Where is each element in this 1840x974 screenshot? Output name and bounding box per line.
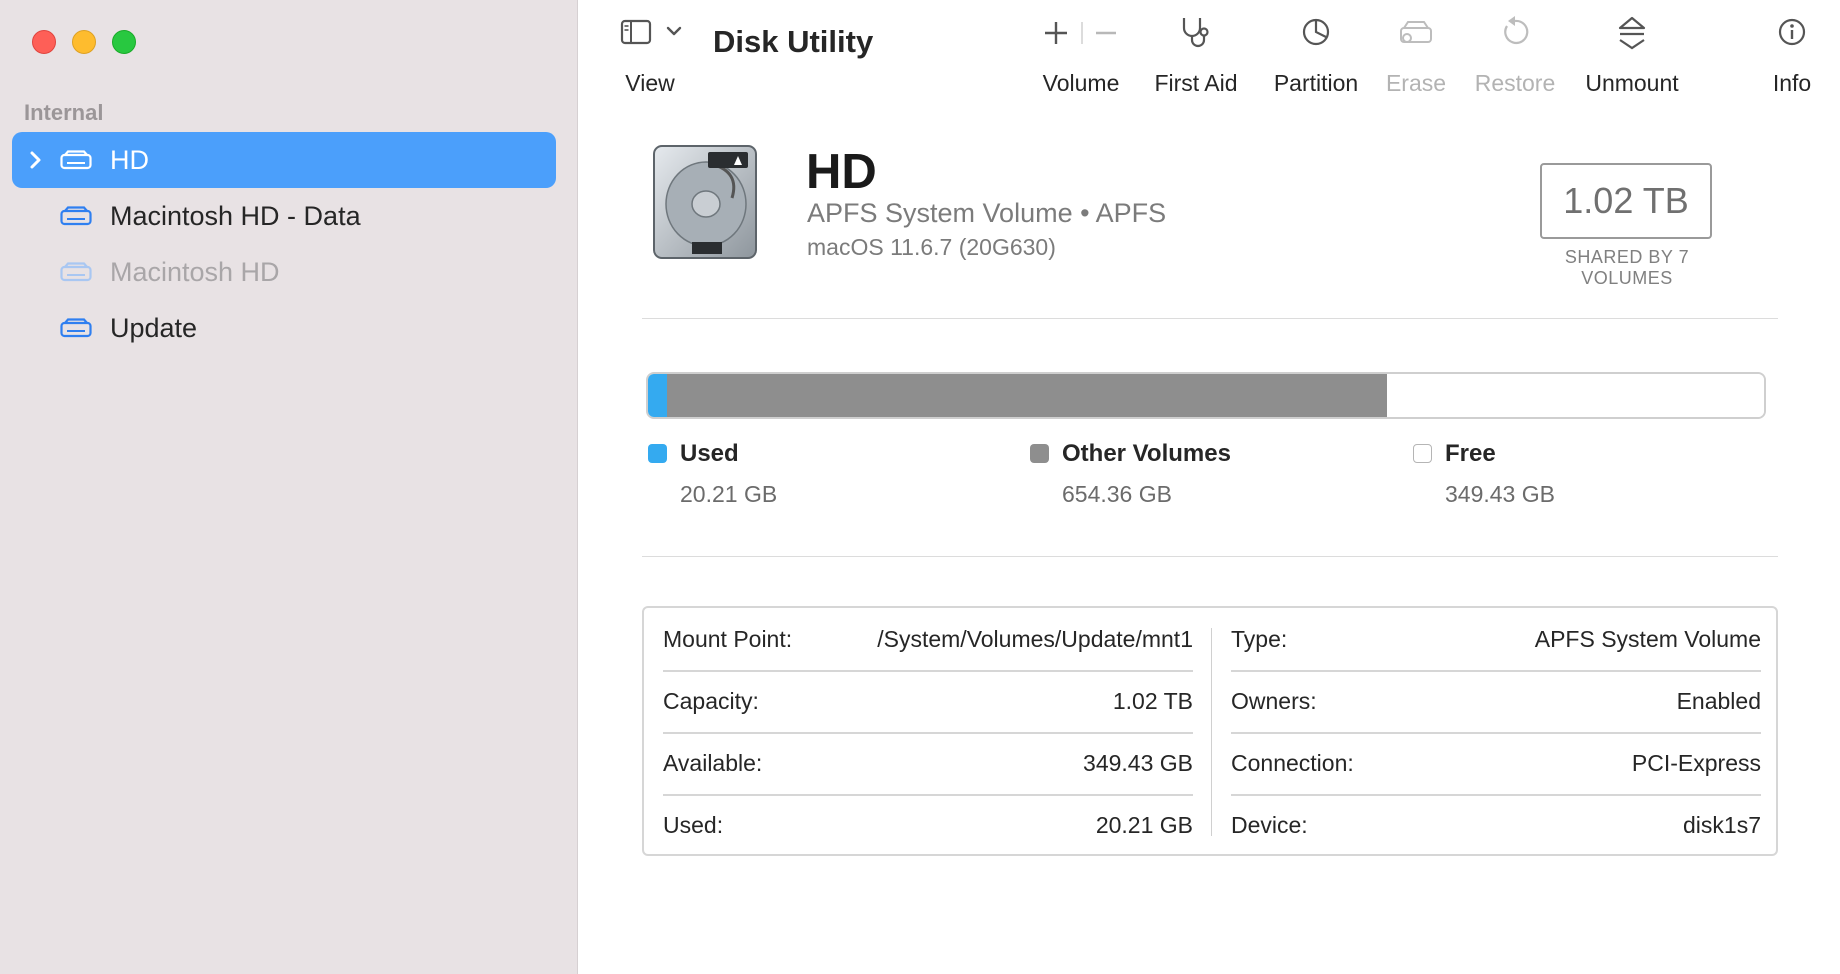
other-volumes-swatch <box>1030 444 1049 463</box>
sidebar-item-hd[interactable]: HD <box>12 132 556 188</box>
eject-icon <box>1618 16 1646 50</box>
info-key: Connection: <box>1231 749 1354 776</box>
info-value: 349.43 GB <box>1083 749 1193 776</box>
erase-disk-icon <box>1400 21 1432 43</box>
stethoscope-icon <box>1182 18 1209 48</box>
minimize-window-button[interactable] <box>72 30 96 54</box>
partition-label: Partition <box>1273 70 1359 96</box>
info-value: disk1s7 <box>1683 811 1761 838</box>
volume-subtitle: APFS System Volume • APFS <box>807 198 1167 228</box>
sidebar-item-label: HD <box>110 145 149 175</box>
add-remove-volume-button[interactable]: Volume <box>1040 14 1122 97</box>
usage-segment-used <box>648 374 667 417</box>
volume-name: HD <box>806 145 877 199</box>
column-divider <box>1211 628 1212 836</box>
info-row-connection: Connection: PCI-Express <box>1231 732 1761 796</box>
info-key: Used: <box>663 811 724 838</box>
restore-button[interactable]: Restore <box>1474 14 1556 97</box>
info-key: Owners: <box>1231 687 1317 714</box>
zoom-window-button[interactable] <box>112 30 136 54</box>
used-swatch <box>648 444 667 463</box>
sidebar-item-label: Macintosh HD <box>110 257 280 287</box>
internal-disk-icon <box>60 150 92 170</box>
internal-disk-icon <box>60 206 92 226</box>
info-row-device: Device: disk1s7 <box>1231 794 1761 856</box>
info-key: Capacity: <box>663 687 759 714</box>
info-icon <box>1778 18 1806 46</box>
pie-chart-icon <box>1302 18 1330 46</box>
volume-label: Volume <box>1042 70 1120 96</box>
info-row-capacity: Capacity: 1.02 TB <box>663 670 1193 734</box>
sidebar-item-macintosh-hd-data[interactable]: Macintosh HD - Data <box>12 188 556 244</box>
divider <box>642 318 1778 319</box>
info-label: Info <box>1772 70 1812 96</box>
legend-name: Other Volumes <box>1062 440 1231 467</box>
legend-value: 349.43 GB <box>1445 481 1555 507</box>
internal-disk-icon <box>60 262 92 282</box>
usage-segment-other-volumes <box>667 374 1387 417</box>
restore-icon <box>1504 16 1529 44</box>
legend-name: Free <box>1445 440 1496 467</box>
info-key: Mount Point: <box>663 625 793 652</box>
info-key: Type: <box>1231 625 1288 652</box>
chevron-right-icon[interactable] <box>26 146 46 174</box>
window-title: Disk Utility <box>713 24 874 59</box>
sidebar: Internal HD Macintosh HD - Data Macintos… <box>0 0 578 974</box>
info-value: 1.02 TB <box>1112 687 1193 714</box>
info-row-mount-point: Mount Point: /System/Volumes/Update/mnt1 <box>663 608 1193 672</box>
divider <box>642 556 1778 557</box>
info-value: 20.21 GB <box>1095 811 1193 838</box>
info-row-owners: Owners: Enabled <box>1231 670 1761 734</box>
legend-name: Used <box>680 440 739 467</box>
legend-value: 20.21 GB <box>680 481 778 507</box>
free-swatch <box>1413 444 1432 463</box>
unmount-button[interactable]: Unmount <box>1584 14 1680 97</box>
legend-value: 654.36 GB <box>1062 481 1172 507</box>
hard-drive-icon <box>653 145 757 259</box>
usage-bar <box>646 372 1766 419</box>
info-value: /System/Volumes/Update/mnt1 <box>877 625 1193 652</box>
erase-button[interactable]: Erase <box>1384 14 1448 97</box>
info-row-used: Used: 20.21 GB <box>663 794 1193 856</box>
info-value: APFS System Volume <box>1534 625 1761 652</box>
restore-label: Restore <box>1474 70 1556 96</box>
view-label: View <box>625 70 675 96</box>
sidebar-item-macintosh-hd[interactable]: Macintosh HD <box>12 244 556 300</box>
sidebar-section-internal: Internal <box>24 100 104 125</box>
info-row-type: Type: APFS System Volume <box>1231 608 1761 672</box>
first-aid-label: First Aid <box>1154 70 1238 96</box>
partition-button[interactable]: Partition <box>1268 14 1364 97</box>
os-version: macOS 11.6.7 (20G630) <box>807 234 1056 260</box>
sidebar-toggle-icon <box>620 19 682 45</box>
capacity-box: 1.02 TB <box>1540 163 1712 239</box>
internal-disk-icon <box>60 318 92 338</box>
info-value: PCI-Express <box>1631 749 1761 776</box>
erase-label: Erase <box>1385 70 1447 96</box>
info-key: Available: <box>663 749 763 776</box>
unmount-label: Unmount <box>1585 70 1679 96</box>
close-window-button[interactable] <box>32 30 56 54</box>
info-button[interactable]: Info <box>1768 14 1816 97</box>
view-button[interactable]: View <box>620 14 682 97</box>
shared-volumes-label: SHARED BY 7 VOLUMES <box>1564 247 1690 288</box>
info-key: Device: <box>1231 811 1308 838</box>
sidebar-item-label: Macintosh HD - Data <box>110 201 361 231</box>
info-row-available: Available: 349.43 GB <box>663 732 1193 796</box>
volume-info-table: Mount Point: /System/Volumes/Update/mnt1… <box>642 606 1778 856</box>
sidebar-item-update[interactable]: Update <box>12 300 556 356</box>
first-aid-button[interactable]: First Aid <box>1150 14 1242 97</box>
usage-segment-free <box>1387 374 1764 417</box>
plus-minus-icon <box>1045 22 1116 44</box>
sidebar-item-label: Update <box>110 313 198 343</box>
info-value: Enabled <box>1676 687 1761 714</box>
